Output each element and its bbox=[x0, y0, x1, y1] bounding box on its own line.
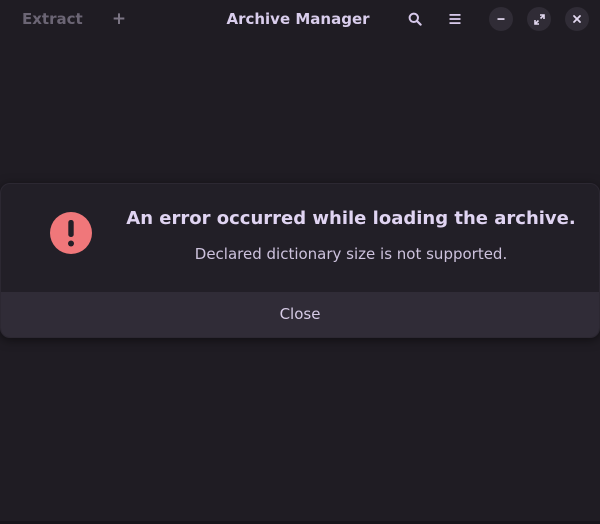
search-icon bbox=[408, 12, 422, 26]
add-icon: + bbox=[111, 9, 127, 29]
error-icon bbox=[50, 212, 92, 254]
header-bar: Extract + Archive Manager bbox=[0, 0, 600, 38]
minimize-icon bbox=[497, 18, 505, 20]
close-window-button[interactable] bbox=[565, 7, 589, 31]
search-button[interactable] bbox=[402, 6, 428, 32]
error-heading: An error occurred while loading the arch… bbox=[126, 208, 576, 229]
minimize-button[interactable] bbox=[489, 7, 513, 31]
error-message: Declared dictionary size is not supporte… bbox=[194, 245, 508, 263]
maximize-icon bbox=[533, 13, 545, 25]
add-files-button[interactable]: + bbox=[106, 6, 132, 32]
close-dialog-button[interactable]: Close bbox=[1, 292, 599, 337]
main-menu-button[interactable] bbox=[442, 6, 468, 32]
error-dialog: An error occurred while loading the arch… bbox=[0, 183, 600, 338]
archive-manager-window: Extract + Archive Manager An error occur… bbox=[0, 0, 600, 524]
close-icon bbox=[573, 15, 581, 23]
hamburger-menu-icon bbox=[449, 14, 461, 24]
extract-button[interactable]: Extract bbox=[14, 6, 91, 32]
window-title: Archive Manager bbox=[226, 10, 370, 28]
maximize-button[interactable] bbox=[527, 7, 551, 31]
